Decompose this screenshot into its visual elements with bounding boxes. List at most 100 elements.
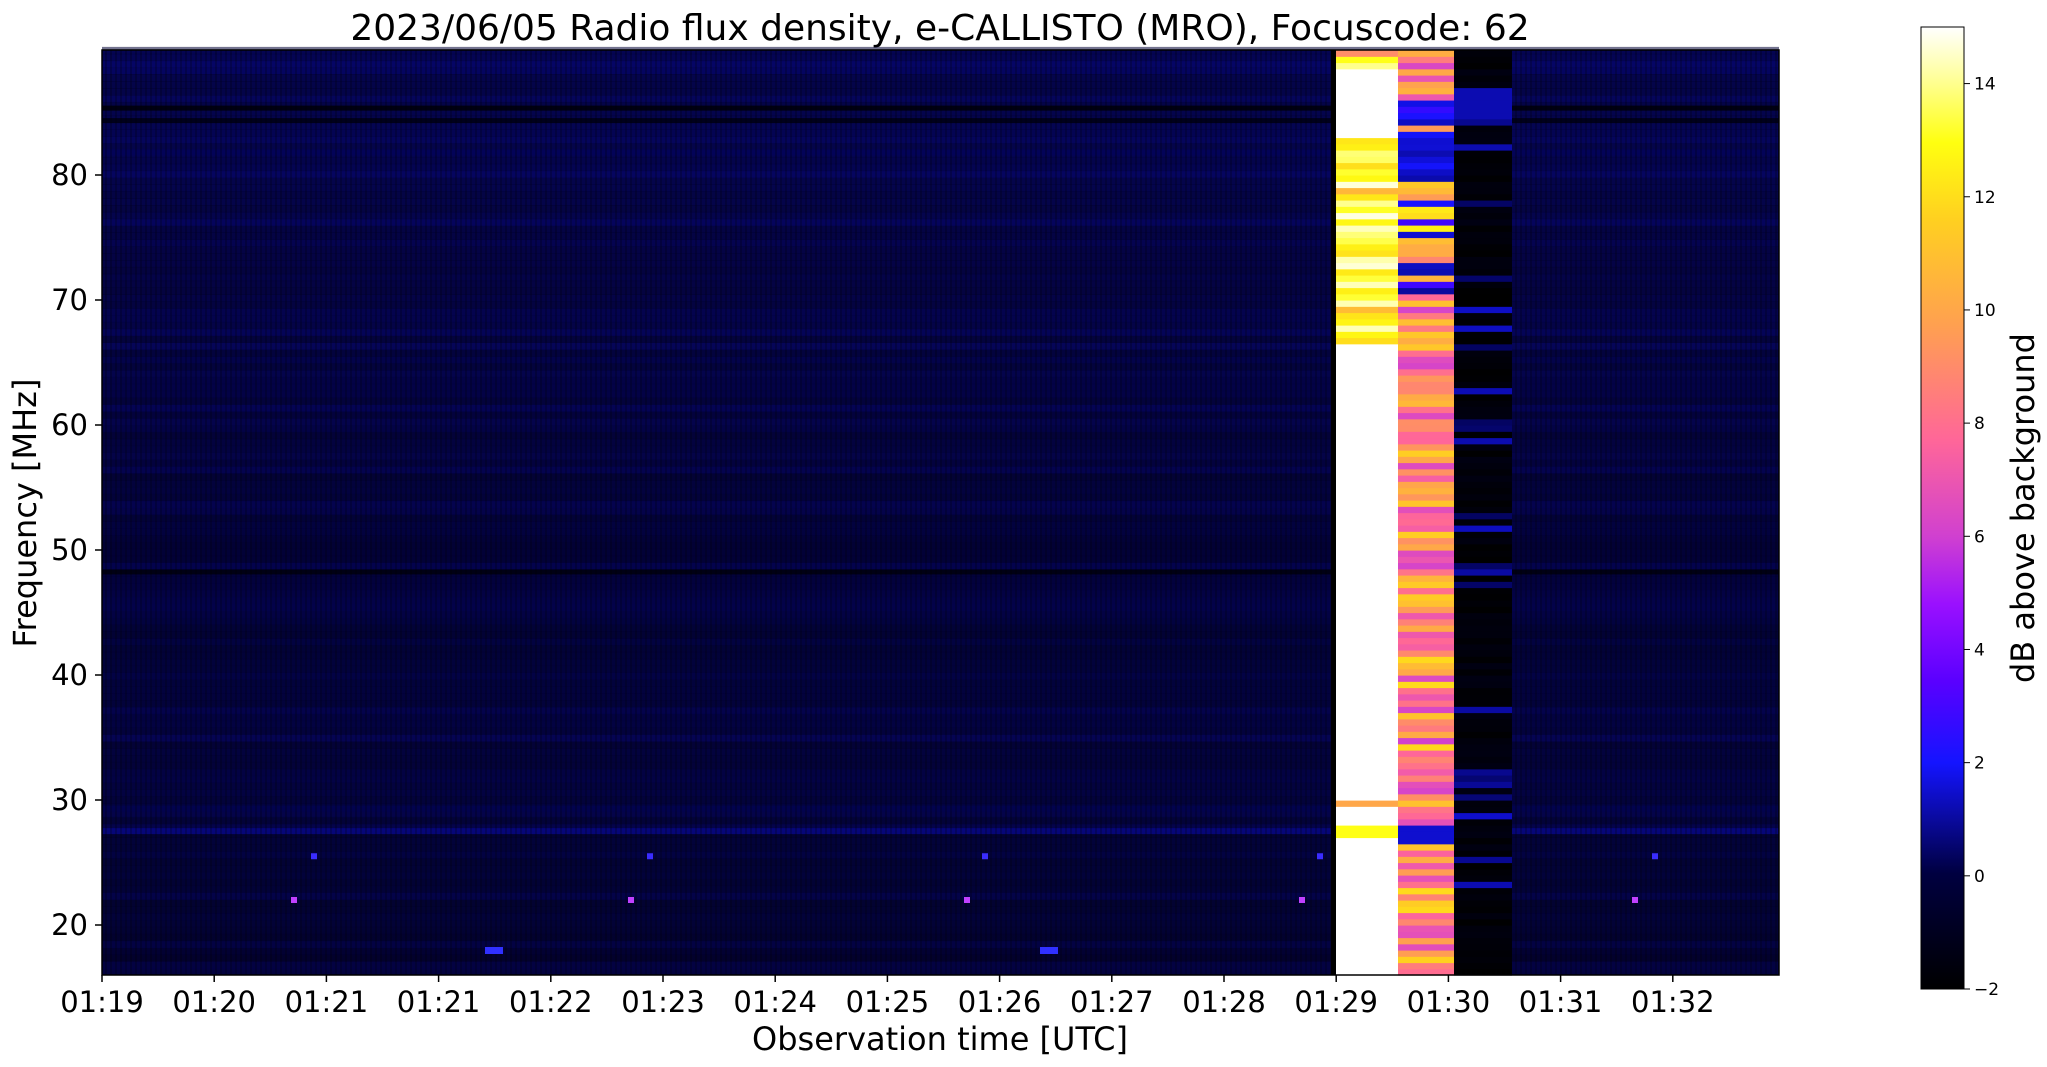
burst-cell (1454, 518, 1512, 526)
interference-dot (311, 853, 317, 860)
burst-cell (1398, 112, 1454, 120)
burst-cell (1398, 706, 1454, 714)
burst-cell (1336, 912, 1398, 920)
burst-cell (1398, 512, 1454, 520)
burst-cell (1398, 462, 1454, 470)
burst-cell (1336, 806, 1398, 814)
burst-cell (1336, 631, 1398, 639)
burst-cell (1336, 950, 1398, 957)
burst-cell (1398, 62, 1454, 70)
burst-cell (1454, 956, 1512, 964)
burst-cell (1336, 637, 1398, 645)
interference-dot (647, 853, 653, 860)
burst-cell (1454, 281, 1512, 289)
burst-cell (1336, 443, 1398, 451)
burst-cell (1398, 806, 1454, 814)
burst-cell (1336, 456, 1398, 464)
burst-cell (1336, 756, 1398, 764)
burst-cell (1336, 50, 1398, 57)
burst-cell (1336, 868, 1398, 876)
burst-cell (1336, 306, 1398, 314)
colorbar: −2 0 2 4 6 8 10 12 14 dB above background (1920, 26, 2042, 1000)
burst-cell (1336, 650, 1398, 657)
burst-cell (1398, 950, 1454, 957)
burst-cell (1454, 356, 1512, 364)
burst-cell (1398, 243, 1454, 251)
burst-cell (1336, 293, 1398, 301)
burst-cell (1336, 431, 1398, 439)
burst-cell (1398, 150, 1454, 157)
burst-cell (1336, 468, 1398, 476)
burst-cell (1398, 525, 1454, 532)
burst-cell (1454, 887, 1512, 895)
x-tick-label: 01:32 (1631, 985, 1715, 1019)
burst-cell (1454, 500, 1512, 507)
burst-cell (1336, 656, 1398, 664)
burst-cell (1454, 768, 1512, 776)
burst-cell (1336, 81, 1398, 89)
burst-cell (1454, 675, 1512, 682)
burst-cell (1454, 700, 1512, 707)
burst-cell (1454, 50, 1512, 57)
burst-cell (1454, 231, 1512, 239)
burst-cell (1398, 493, 1454, 501)
burst-cell (1398, 200, 1454, 207)
burst-cell (1336, 900, 1398, 907)
burst-cell (1398, 718, 1454, 726)
burst-cell (1454, 212, 1512, 220)
burst-cell (1398, 862, 1454, 870)
burst-cell (1336, 943, 1398, 951)
burst-cell (1398, 87, 1454, 95)
burst-cell (1398, 437, 1454, 445)
burst-cell (1336, 837, 1398, 845)
burst-cell (1336, 768, 1398, 776)
y-tick-label: 30 (51, 783, 88, 817)
burst-cell (1454, 56, 1512, 64)
burst-cell (1398, 375, 1454, 382)
burst-cell (1454, 87, 1512, 95)
burst-cell (1454, 900, 1512, 907)
burst-cell (1336, 506, 1398, 514)
burst-cell (1454, 625, 1512, 632)
burst-cell (1454, 787, 1512, 795)
burst-cell (1398, 131, 1454, 139)
burst-cell (1398, 837, 1454, 845)
burst-cell (1398, 956, 1454, 964)
burst-cell (1454, 925, 1512, 932)
burst-cell (1454, 75, 1512, 82)
burst-cell (1454, 843, 1512, 851)
burst-cell (1398, 212, 1454, 220)
burst-cell (1398, 443, 1454, 451)
burst-cell (1398, 781, 1454, 789)
burst-cell (1336, 675, 1398, 682)
burst-cell (1336, 218, 1398, 226)
burst-cell (1336, 400, 1398, 407)
burst-cell (1398, 381, 1454, 389)
burst-cell (1336, 893, 1398, 901)
burst-cell (1454, 181, 1512, 189)
burst-cell (1454, 456, 1512, 464)
burst-cell (1398, 168, 1454, 176)
burst-cell (1454, 950, 1512, 957)
burst-cell (1454, 337, 1512, 345)
burst-cell (1336, 212, 1398, 220)
burst-cell (1454, 62, 1512, 70)
burst-cell (1336, 875, 1398, 882)
burst-cell (1454, 206, 1512, 214)
burst-cell (1336, 556, 1398, 564)
burst-cell (1398, 606, 1454, 614)
burst-cell (1398, 756, 1454, 764)
burst-cell (1454, 737, 1512, 745)
burst-cell (1336, 225, 1398, 232)
burst-cell (1398, 531, 1454, 539)
burst-cell (1398, 75, 1454, 82)
burst-cell (1336, 368, 1398, 376)
burst-cell (1454, 725, 1512, 732)
burst-cell (1454, 225, 1512, 232)
burst-cell (1398, 106, 1454, 114)
burst-region (1331, 50, 1512, 976)
burst-cell (1336, 300, 1398, 307)
burst-cell (1336, 856, 1398, 864)
burst-cell (1398, 362, 1454, 370)
burst-cell (1454, 137, 1512, 145)
